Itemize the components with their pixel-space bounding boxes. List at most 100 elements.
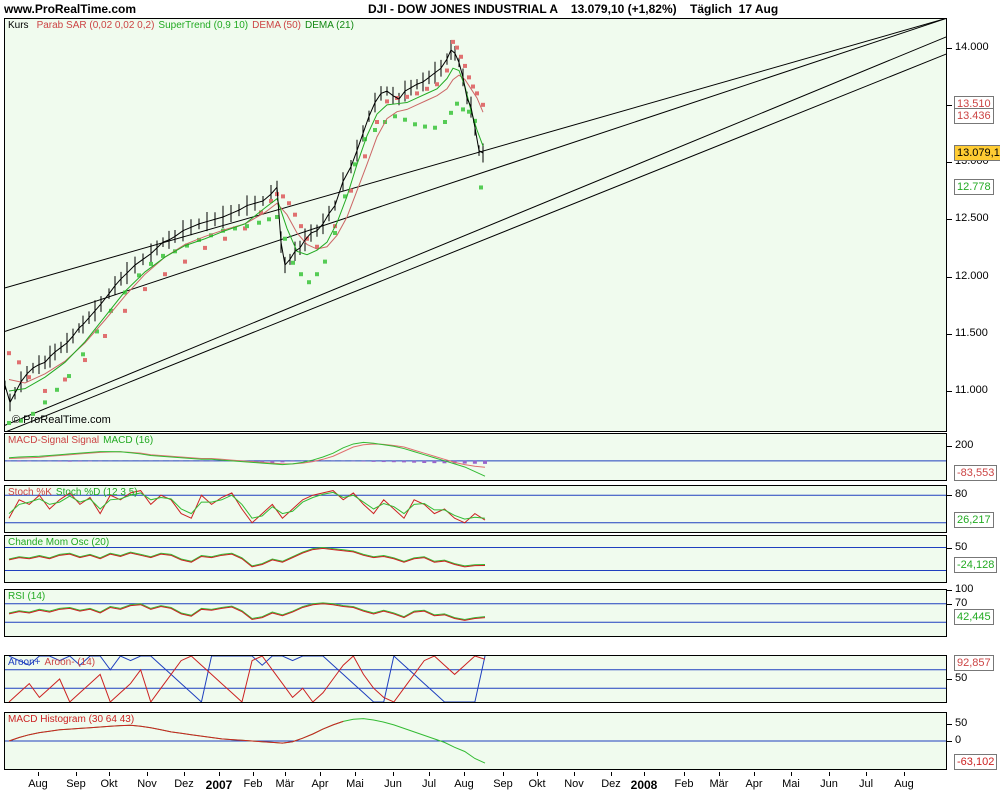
x-tick-label: Sep xyxy=(493,778,513,790)
panel-hist: MACD Histogram (30 64 43) xyxy=(4,712,947,770)
x-tick-mark xyxy=(574,772,575,776)
x-tick-label: Jun xyxy=(820,778,838,790)
x-tick-label: Apr xyxy=(745,778,763,790)
y-tick-mark xyxy=(947,162,952,164)
sar-dot xyxy=(467,75,471,80)
sar-dot xyxy=(463,63,467,68)
legend-entry[interactable]: Stoch %D (12 3 5) xyxy=(56,487,138,498)
panel-label: Kurs xyxy=(8,20,29,31)
supertrend-dot xyxy=(423,124,427,129)
plot-stoch xyxy=(5,490,946,524)
supertrend-dot xyxy=(245,224,249,229)
y-tick-mark xyxy=(947,723,952,725)
legend-entry[interactable]: MACD (16) xyxy=(103,435,153,446)
x-tick-label: Aug xyxy=(28,778,48,790)
legend-entry[interactable]: Aroon+ xyxy=(8,657,41,668)
x-tick-mark xyxy=(429,772,430,776)
sar-dot xyxy=(375,120,379,124)
instrument-title: DJI - DOW JONES INDUSTRIAL A 13.079,10 (… xyxy=(368,2,779,16)
sar-dot xyxy=(7,351,11,356)
legend-entry[interactable]: DEMA (21) xyxy=(305,20,354,31)
plot-aroon xyxy=(5,656,946,702)
y-tick-label: 12.500 xyxy=(955,212,989,225)
x-tick-mark xyxy=(644,772,645,776)
y-axis-price: 11.00011.50012.00012.50013.00013.50014.0… xyxy=(947,18,1000,432)
y-tick-mark xyxy=(947,390,952,392)
macd-bar xyxy=(432,460,437,464)
legend-entry[interactable]: Parab SAR (0,02 0,02 0,2) xyxy=(37,20,155,31)
sar-dot xyxy=(83,358,87,363)
x-tick-label: Apr xyxy=(311,778,329,790)
y-tick-mark xyxy=(947,276,952,278)
x-tick-mark xyxy=(791,772,792,776)
y-axis-rsi: 100 70 42,445 xyxy=(947,583,997,637)
site-name[interactable]: www.ProRealTime.com xyxy=(4,2,136,16)
sar-dot xyxy=(425,86,429,91)
y-tick-label: 50 xyxy=(955,716,968,729)
x-tick-label: Nov xyxy=(137,778,157,790)
supertrend-dot xyxy=(373,128,377,133)
y-tick-label: 14.000 xyxy=(955,40,989,53)
y-axis-macd: 200 -83,553 xyxy=(947,433,998,481)
legend-entry[interactable]: DEMA (50) xyxy=(252,20,301,31)
sar-dot xyxy=(415,91,419,96)
y-tick-mark xyxy=(947,603,952,605)
panel-cmo: Chande Mom Osc (20) xyxy=(4,535,947,583)
x-tick-label: Sep xyxy=(66,778,86,790)
y-axis-cmo: 50 -24,128 xyxy=(947,535,998,583)
x-tick-mark xyxy=(184,772,185,776)
macd-signal-line xyxy=(8,443,486,468)
value-tag: -83,553 xyxy=(954,465,998,481)
panel-legend: Chande Mom Osc (20) xyxy=(8,537,113,548)
legend-entry[interactable]: MACD-Signal Signal xyxy=(8,435,99,446)
sar-dot xyxy=(123,308,127,313)
legend-entry[interactable]: Aroon- (14) xyxy=(45,657,96,668)
macd-bar xyxy=(371,460,376,462)
macd-bar xyxy=(462,460,467,464)
x-tick-mark xyxy=(611,772,612,776)
macd-bar xyxy=(483,460,487,464)
sar-dot xyxy=(223,236,227,241)
x-tick-mark xyxy=(219,772,220,776)
legend-entry[interactable]: Stoch %K xyxy=(8,487,52,498)
sar-dot xyxy=(143,287,147,292)
sar-dot xyxy=(435,82,439,87)
sar-dot xyxy=(459,54,463,59)
sar-dot xyxy=(183,259,187,264)
x-tick-label: Jun xyxy=(384,778,402,790)
sar-dot xyxy=(481,102,485,107)
y-tick-mark xyxy=(947,547,952,549)
y-tick-label: 0 xyxy=(955,734,962,746)
legend-entry[interactable]: RSI (14) xyxy=(8,591,45,602)
y-tick-mark xyxy=(947,741,952,742)
x-tick-label: Mai xyxy=(346,778,364,790)
legend-entry[interactable]: Chande Mom Osc (20) xyxy=(8,537,109,548)
x-tick-mark xyxy=(866,772,867,776)
value-tag: 13.436 xyxy=(954,108,994,125)
supertrend-dot xyxy=(55,387,59,392)
channel-line xyxy=(5,19,946,332)
x-tick-mark xyxy=(719,772,720,776)
macd-bar xyxy=(361,460,366,462)
y-tick-mark xyxy=(947,679,952,680)
sar-dot xyxy=(405,94,409,99)
x-tick-label: Mai xyxy=(782,778,800,790)
supertrend-dot xyxy=(467,109,471,114)
price-line xyxy=(5,49,484,404)
panel-legend: RSI (14) xyxy=(8,591,49,602)
x-axis: Aug Sep Okt Nov Dez 2007 Feb Mär Apr Mai Jun Jul Aug… xyxy=(4,772,947,798)
macd-bar xyxy=(67,460,72,462)
x-tick-mark xyxy=(503,772,504,776)
rsi-line-red xyxy=(8,603,486,621)
y-tick-mark xyxy=(947,495,952,497)
legend-entry[interactable]: SuperTrend (0,9 10) xyxy=(158,20,248,31)
x-tick-label: Dez xyxy=(174,778,194,790)
y-tick-mark xyxy=(947,445,952,447)
value-tag: 13.079,1 xyxy=(954,145,1000,161)
x-tick-label: Jul xyxy=(858,778,874,790)
value-tag: -24,128 xyxy=(954,556,998,573)
x-tick-mark xyxy=(38,772,39,776)
panel-aroon: Aroon+ Aroon- (14) xyxy=(4,655,947,703)
supertrend-dot xyxy=(479,185,483,190)
legend-entry[interactable]: MACD Histogram (30 64 43) xyxy=(8,714,134,725)
